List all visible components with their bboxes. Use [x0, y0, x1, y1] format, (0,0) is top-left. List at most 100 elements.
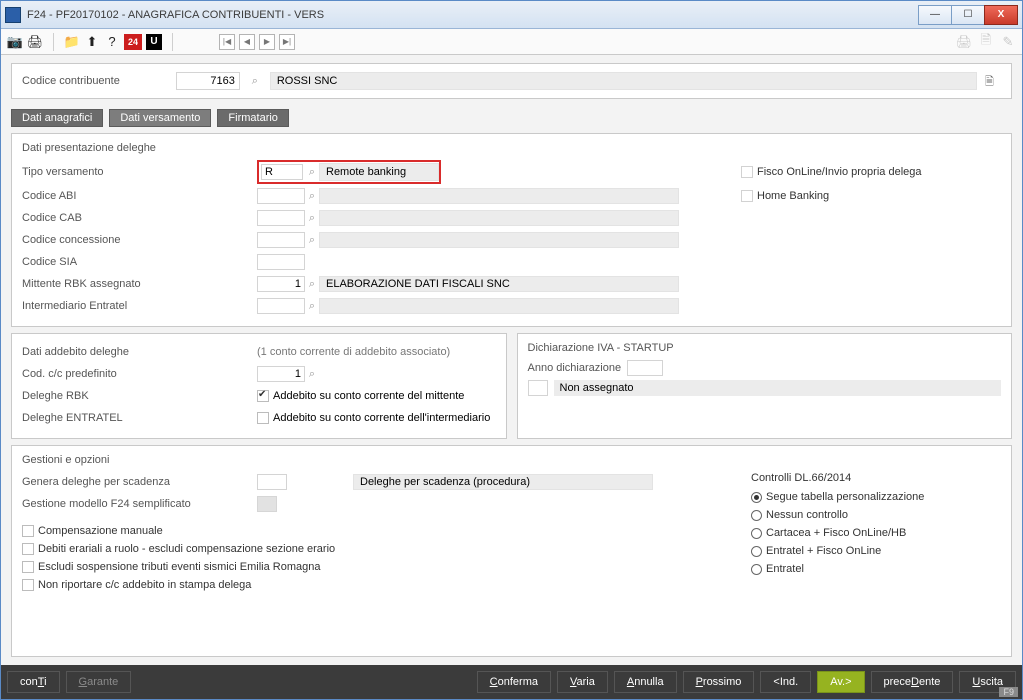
gen-desc-field: Deleghe per scadenza (procedura) — [353, 474, 653, 490]
gen-label: Genera deleghe per scadenza — [22, 476, 257, 488]
sia-label: Codice SIA — [22, 256, 257, 268]
conferma-button[interactable]: Conferma — [477, 671, 551, 693]
chk-sospensione[interactable] — [22, 561, 34, 573]
av-button[interactable]: Av.> — [817, 671, 864, 693]
rbk-code-input[interactable] — [257, 276, 305, 292]
close-button[interactable]: X — [984, 5, 1018, 25]
deleghe-entratel-label: Deleghe ENTRATEL — [22, 412, 257, 424]
print-icon[interactable]: 🖨 — [27, 34, 43, 50]
f24s-label: Gestione modello F24 semplificato — [22, 498, 257, 510]
cab-search-icon[interactable]: ⌕ — [305, 211, 319, 225]
edit-icon: ✎ — [1000, 34, 1016, 50]
radio-entratel[interactable] — [751, 564, 762, 575]
search-icon[interactable]: ⌕ — [248, 74, 262, 88]
radio-segue[interactable] — [751, 492, 762, 503]
cab-desc-field — [319, 210, 679, 226]
panel-addebito: Dati addebito deleghe (1 conto corrente … — [11, 333, 507, 439]
entratel-search-icon[interactable]: ⌕ — [305, 299, 319, 313]
annulla-button[interactable]: Annulla — [614, 671, 677, 693]
twentyfour-icon[interactable]: 24 — [124, 34, 142, 50]
assign-pre-box[interactable] — [528, 380, 548, 396]
f9-indicator: F9 — [999, 687, 1018, 697]
abi-desc-field — [319, 188, 679, 204]
radio-cartacea[interactable] — [751, 528, 762, 539]
panel-presentazione: Dati presentazione deleghe Tipo versamen… — [11, 133, 1012, 327]
window-buttons: — ☐ X — [919, 5, 1018, 25]
upload-icon[interactable]: ⬆ — [84, 34, 100, 50]
camera-icon[interactable]: 📷 — [7, 34, 23, 50]
chk-debiti[interactable] — [22, 543, 34, 555]
cc-search-icon[interactable]: ⌕ — [305, 367, 319, 381]
panel2-note: (1 conto corrente di addebito associato) — [257, 346, 450, 358]
conti-button[interactable]: conTi — [7, 671, 60, 693]
home-checkbox — [741, 190, 753, 202]
varia-button[interactable]: Varia — [557, 671, 608, 693]
rbk-addebito-checkbox[interactable] — [257, 390, 269, 402]
prossimo-button[interactable]: Prossimo — [683, 671, 755, 693]
entratel-label: Intermediario Entratel — [22, 300, 257, 312]
panel1-title: Dati presentazione deleghe — [22, 142, 1001, 154]
tab-anagrafici[interactable]: Dati anagrafici — [11, 109, 103, 127]
window-title: F24 - PF20170102 - ANAGRAFICA CONTRIBUEN… — [27, 9, 919, 21]
help-icon[interactable]: ? — [104, 34, 120, 50]
chk-riportare[interactable] — [22, 579, 34, 591]
tipo-label: Tipo versamento — [22, 166, 257, 178]
abi-label: Codice ABI — [22, 190, 257, 202]
rbk-search-icon[interactable]: ⌕ — [305, 277, 319, 291]
toolbar: 📷 🖨 📁 ⬆ ? 24 U |◀ ◀ ▶ ▶| 🖨 🗎 ✎ — [1, 29, 1022, 55]
nav-first-button[interactable]: |◀ — [219, 34, 235, 50]
deleghe-rbk-label: Deleghe RBK — [22, 390, 257, 402]
abi-input[interactable] — [257, 188, 305, 204]
minimize-button[interactable]: — — [918, 5, 952, 25]
ent-addebito-checkbox[interactable] — [257, 412, 269, 424]
anno-input[interactable] — [627, 360, 663, 376]
code-label: Codice contribuente — [22, 75, 120, 87]
precedente-button[interactable]: preceDente — [871, 671, 954, 693]
tipo-code-input[interactable] — [261, 164, 303, 180]
conc-search-icon[interactable]: ⌕ — [305, 233, 319, 247]
ind-button[interactable]: <Ind. — [760, 671, 811, 693]
print2-icon: 🖨 — [956, 34, 972, 50]
garante-button: Garante — [66, 671, 132, 693]
cc-label: Cod. c/c predefinito — [22, 368, 257, 380]
abi-search-icon[interactable]: ⌕ — [305, 189, 319, 203]
panel-gestioni: Gestioni e opzioni Genera deleghe per sc… — [11, 445, 1012, 657]
cab-label: Codice CAB — [22, 212, 257, 224]
iva-title: Dichiarazione IVA - STARTUP — [528, 342, 1002, 354]
dl-title: Controlli DL.66/2014 — [751, 472, 1001, 484]
cc-input[interactable] — [257, 366, 305, 382]
conc-input[interactable] — [257, 232, 305, 248]
entratel-desc-field — [319, 298, 679, 314]
fisco-label: Fisco OnLine/Invio propria delega — [757, 166, 921, 178]
document-icon[interactable]: 🗎 — [985, 73, 1001, 89]
u-icon[interactable]: U — [146, 34, 162, 50]
content-area: Codice contribuente ⌕ ROSSI SNC 🗎 Dati a… — [1, 55, 1022, 665]
maximize-button[interactable]: ☐ — [951, 5, 985, 25]
gen-input[interactable] — [257, 474, 287, 490]
tab-versamento[interactable]: Dati versamento — [109, 109, 211, 127]
app-window: F24 - PF20170102 - ANAGRAFICA CONTRIBUEN… — [0, 0, 1023, 700]
panel-iva-startup: Dichiarazione IVA - STARTUP Anno dichiar… — [517, 333, 1013, 439]
f24s-box[interactable] — [257, 496, 277, 512]
folder-icon[interactable]: 📁 — [64, 34, 80, 50]
entratel-input[interactable] — [257, 298, 305, 314]
tab-firmatario[interactable]: Firmatario — [217, 109, 289, 127]
dl66-group: Controlli DL.66/2014 Segue tabella perso… — [751, 472, 1001, 594]
conc-label: Codice concessione — [22, 234, 257, 246]
tabs: Dati anagrafici Dati versamento Firmatar… — [11, 109, 1012, 127]
nav-next-button[interactable]: ▶ — [259, 34, 275, 50]
radio-entratel-fisco[interactable] — [751, 546, 762, 557]
tipo-search-icon[interactable]: ⌕ — [305, 165, 319, 179]
nav-prev-button[interactable]: ◀ — [239, 34, 255, 50]
rbk-desc-field: ELABORAZIONE DATI FISCALI SNC — [319, 276, 679, 292]
sia-input[interactable] — [257, 254, 305, 270]
panel3-title: Gestioni e opzioni — [22, 454, 1001, 466]
contributor-row: Codice contribuente ⌕ ROSSI SNC 🗎 — [11, 63, 1012, 99]
chk-compensazione[interactable] — [22, 525, 34, 537]
conc-desc-field — [319, 232, 679, 248]
nav-last-button[interactable]: ▶| — [279, 34, 295, 50]
name-field: ROSSI SNC — [270, 72, 977, 90]
radio-nessun[interactable] — [751, 510, 762, 521]
code-input[interactable] — [176, 72, 240, 90]
cab-input[interactable] — [257, 210, 305, 226]
